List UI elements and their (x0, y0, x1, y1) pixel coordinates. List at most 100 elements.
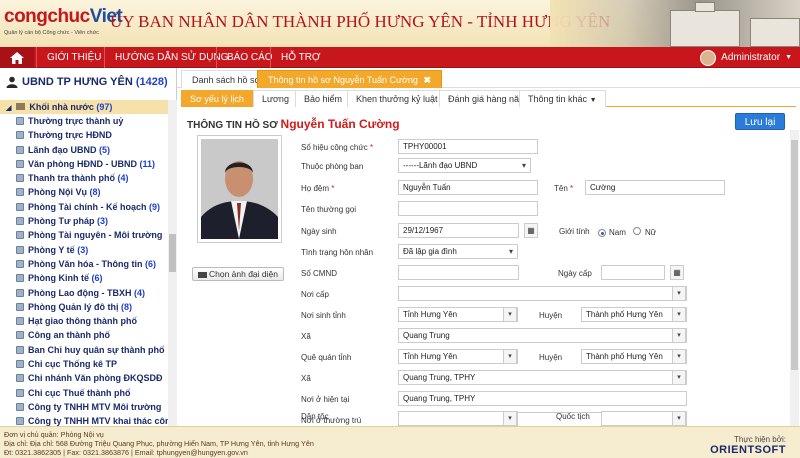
hon-nhan-select[interactable]: Đã lập gia đình (398, 244, 518, 259)
profile-form: Số hiệu công chức * TPHY00001 Thuộc phòn… (295, 132, 795, 426)
ngay-sinh-input[interactable]: 29/12/1967 (398, 223, 519, 238)
que-quan-xa-label: Xã (301, 374, 311, 383)
sidebar-item[interactable]: Công ty TNHH MTV Môi trường (0, 400, 168, 414)
sidebar-item[interactable]: Công ty TNHH MTV khai thác công (0, 414, 168, 426)
sidebar-item-label: Ban Chỉ huy quân sự thành phố (28, 344, 165, 355)
radio-nam[interactable] (598, 229, 606, 237)
save-button[interactable]: Lưu lại (735, 113, 785, 130)
sidebar-item-count: (4) (134, 287, 145, 298)
sidebar-item[interactable]: Ban Chỉ huy quân sự thành phố (0, 343, 168, 357)
ten-thuong-goi-input[interactable] (398, 201, 538, 216)
sidebar-item[interactable]: Công an thành phố (0, 328, 168, 342)
sidebar-item[interactable]: Hạt giao thông thành phố (0, 314, 168, 328)
org-unit-icon (16, 317, 24, 326)
nav-gioi-thieu[interactable]: GIỚI THIỆU (36, 47, 112, 68)
sidebar-item[interactable]: Phòng Tài chính - Kế hoạch (9) (0, 200, 168, 214)
ten-input[interactable]: Cường (585, 180, 725, 195)
noi-sinh-huyen-select[interactable]: Thành phố Hưng Yên ▾ (581, 307, 687, 322)
org-unit-icon (16, 417, 24, 426)
tab-thong-tin-ho-so[interactable]: Thông tin hồ sơ Nguyễn Tuấn Cường ✖ (257, 70, 442, 88)
calendar-icon-2[interactable]: ▦ (670, 265, 684, 280)
tab-khen-thuong[interactable]: Khen thưởng kỷ luật (347, 90, 447, 107)
sidebar-item-count: (4) (117, 173, 129, 184)
tab-so-yeu-ly-lich[interactable]: Sơ yếu lý lịch (181, 90, 253, 107)
sidebar-item-label: Công an thành phố (28, 330, 110, 341)
orientsoft-logo[interactable]: ORIENTSOFT (710, 444, 786, 456)
sidebar-item[interactable]: Thường trực thành uỷ (0, 114, 168, 128)
radio-nu[interactable] (633, 227, 641, 235)
phong-ban-select[interactable]: ------Lãnh đạo UBND (398, 158, 531, 173)
sidebar-item-label: Công ty TNHH MTV khai thác công (28, 416, 168, 426)
tab-thong-tin-khac[interactable]: Thông tin khác ▼ (519, 90, 606, 107)
form-scrollbar[interactable] (790, 130, 799, 426)
profile-photo (201, 139, 278, 239)
sidebar-item-label: Phòng Kinh tế (28, 273, 89, 284)
quoc-tich-select[interactable]: ▾ (601, 411, 687, 426)
main-navbar: GIỚI THIỆU HƯỚNG DẪN SỬ DỤNG BÁO CÁO HỖ … (0, 47, 800, 68)
sidebar-item[interactable]: Lãnh đạo UBND (5) (0, 143, 168, 157)
sidebar-item[interactable]: Phòng Y tế (3) (0, 243, 168, 257)
tab-luong[interactable]: Lương (253, 90, 298, 107)
dropdown-icon[interactable]: ▾ (672, 287, 686, 300)
sidebar-item-label: Văn phòng HĐND - UBND (28, 158, 137, 169)
gioi-tinh-label: Giới tính (559, 227, 590, 236)
secondary-tabs: Sơ yếu lý lịch Lương Bảo hiểm Khen thưởn… (181, 90, 796, 107)
sidebar-item[interactable]: Chi nhánh Văn phòng ĐKQSDĐ (0, 371, 168, 385)
user-name: Administrator (721, 52, 781, 63)
sidebar-title-text: UBND TP HƯNG YÊN (22, 76, 133, 88)
user-menu[interactable]: Administrator ▼ (700, 49, 792, 66)
sidebar-item[interactable]: Văn phòng HĐND - UBND (11) (0, 157, 168, 171)
sidebar-item[interactable]: Thường trực HĐND (0, 128, 168, 142)
org-unit-icon (16, 117, 24, 125)
sidebar-item[interactable]: Phòng Tư pháp (3) (0, 214, 168, 228)
sidebar-item[interactable]: Thanh tra thành phố (4) (0, 171, 168, 185)
dan-toc-select[interactable]: ▾ (398, 411, 518, 426)
header-title: ỦY BAN NHÂN DÂN THÀNH PHỐ HƯNG YÊN - TỈN… (110, 12, 611, 31)
noi-cap-select[interactable]: ▾ (398, 286, 687, 301)
sidebar-item[interactable]: Phòng Kinh tế (6) (0, 271, 168, 285)
sidebar-item[interactable]: Phòng Nội Vụ (8) (0, 185, 168, 199)
org-unit-icon (16, 388, 24, 397)
sidebar-item[interactable]: Chi cục Thống kê TP (0, 357, 168, 371)
noi-sinh-xa-select[interactable]: Quang Trung ▾ (398, 328, 687, 343)
que-quan-xa-select[interactable]: Quang Trung, TPHY ▾ (398, 370, 687, 385)
sidebar-item-count: (8) (121, 301, 133, 312)
org-unit-icon (16, 259, 24, 268)
noi-sinh-tinh-label: Nơi sinh tỉnh (301, 311, 346, 320)
noi-o-hien-tai-input[interactable]: Quang Trung, TPHY (398, 391, 687, 406)
sidebar-scrollbar[interactable] (168, 100, 177, 426)
congchucviet-logo[interactable]: congchucViet Quản lý cán bộ Công chức - … (4, 6, 123, 44)
noi-sinh-tinh-select[interactable]: Tỉnh Hưng Yên ▾ (398, 307, 518, 322)
app-header: congchucViet Quản lý cán bộ Công chức - … (0, 0, 800, 47)
sidebar-item-count: (3) (77, 244, 89, 255)
sidebar-item[interactable]: Phòng Tài nguyên - Môi trường (0, 228, 168, 242)
sidebar-item[interactable]: Phòng Lao động - TBXH (4) (0, 286, 168, 300)
ngay-cap-input[interactable] (601, 265, 665, 280)
org-unit-icon (16, 202, 24, 211)
sidebar-item[interactable]: Phòng Văn hóa - Thông tin (6) (0, 257, 168, 271)
choose-photo-button[interactable]: Chọn ảnh đại diện (192, 267, 284, 281)
so-hieu-input[interactable]: TPHY00001 (398, 139, 538, 154)
calendar-icon[interactable]: ▦ (524, 223, 538, 238)
profile-heading: THÔNG TIN HỒ SƠ Nguyễn Tuấn Cường (187, 117, 400, 131)
nav-ho-tro[interactable]: HỖ TRỢ (270, 47, 331, 68)
cmnd-input[interactable] (398, 265, 519, 280)
ho-dem-label: Họ đệm * (301, 184, 335, 193)
sidebar-item[interactable]: Phòng Quản lý đô thị (8) (0, 300, 168, 314)
sidebar-item[interactable]: Chi cục Thuế thành phố (0, 386, 168, 400)
ho-dem-input[interactable]: Nguyễn Tuấn (398, 180, 538, 195)
org-unit-icon (16, 245, 24, 254)
close-icon[interactable]: ✖ (423, 75, 431, 85)
folder-icon (15, 103, 25, 110)
que-quan-tinh-select[interactable]: Tỉnh Hưng Yên ▾ (398, 349, 518, 364)
tree-root-khoi-nha-nuoc[interactable]: ◢ Khối nhà nước (97) (0, 100, 168, 114)
sidebar-title-count: (1428) (135, 76, 168, 88)
hon-nhan-label: Tình trạng hôn nhân (301, 248, 374, 257)
expand-icon[interactable]: ◢ (6, 105, 11, 112)
tab-bao-hiem[interactable]: Bảo hiểm (295, 90, 352, 107)
que-quan-huyen-select[interactable]: Thành phố Hưng Yên ▾ (581, 349, 687, 364)
home-button[interactable] (0, 47, 34, 68)
org-unit-icon (16, 345, 24, 354)
quoc-tich-label: Quốc tịch (556, 412, 590, 421)
profile-photo-frame (197, 135, 282, 243)
